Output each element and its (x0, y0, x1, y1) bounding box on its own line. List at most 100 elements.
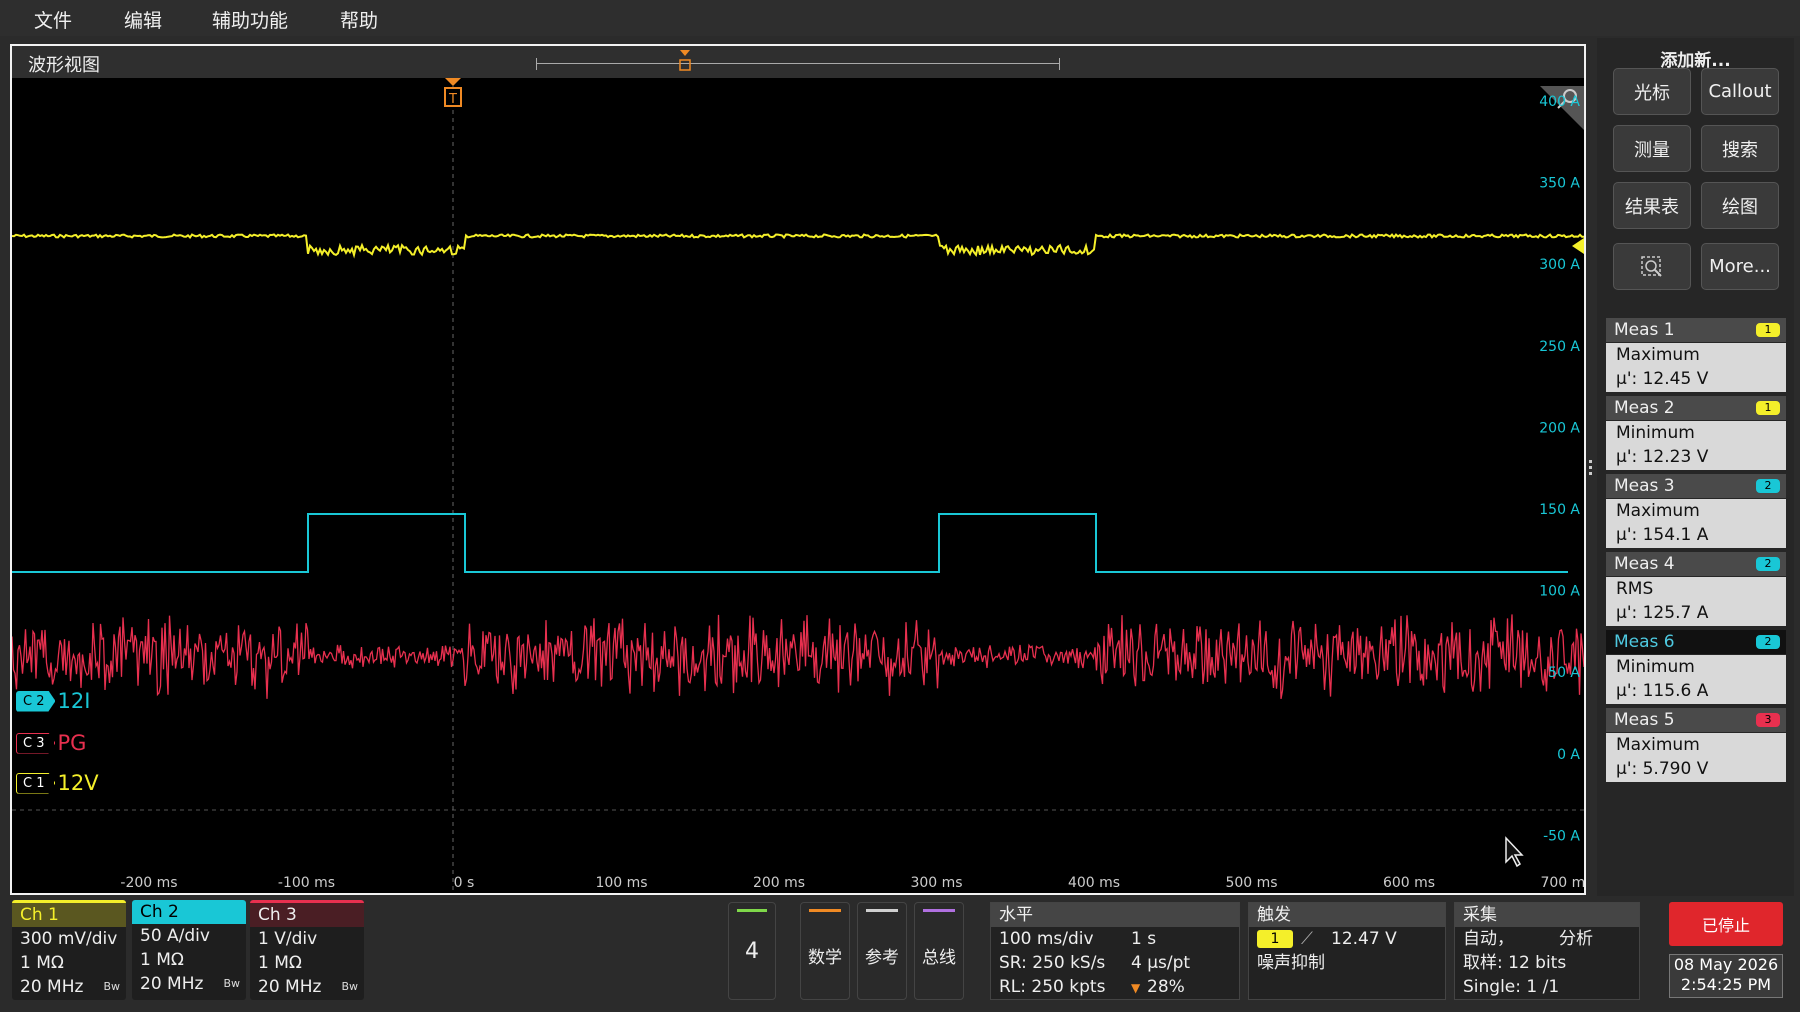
channel-label[interactable]: C 1 12V (16, 770, 99, 796)
x-tick-label: 300 ms (910, 875, 962, 891)
math-button[interactable]: 数学 (800, 902, 850, 1000)
trigger-position: 28% (1147, 977, 1185, 997)
measurement-channel: 3 (1756, 713, 1780, 727)
bottom-bar: Ch 1 300 mV/div 1 MΩ 20 MHz Bw Ch 2 50 A/d… (0, 898, 1800, 1012)
measurement-badge[interactable]: Meas 21 Minimum μ': 12.23 V (1606, 396, 1786, 470)
trigger-title: 触发 (1249, 903, 1445, 927)
more-button[interactable]: More... (1701, 243, 1779, 290)
acquisition-settings[interactable]: 采集 自动， 分析 取样: 12 bits Single: 1 /1 (1454, 902, 1640, 1000)
y-tick-label: 50 A (1548, 665, 1580, 681)
channel-badge[interactable]: Ch 3 1 V/div 1 MΩ 20 MHz Bw (250, 900, 364, 1000)
x-tick-label: 500 ms (1225, 875, 1277, 891)
waveform-view[interactable]: 波形视图 T 400 A 350 A 300 A 250 A 200 A 150… (10, 44, 1586, 895)
measurement-badge[interactable]: Meas 62 Minimum μ': 115.6 A (1606, 630, 1786, 704)
measurement-badge[interactable]: Meas 11 Maximum μ': 12.45 V (1606, 318, 1786, 392)
measurement-name: Meas 53 (1606, 708, 1786, 732)
channel-bandwidth: 20 MHz (258, 977, 322, 997)
plot-area[interactable]: T 400 A 350 A 300 A 250 A 200 A 150 A 100 A 50 … (12, 78, 1584, 893)
channel-badge[interactable]: Ch 1 300 mV/div 1 MΩ 20 MHz Bw (12, 900, 126, 1000)
acquire-mode: 自动， (1463, 929, 1514, 949)
y-tick-label: 400 A (1539, 94, 1580, 110)
waveform-count-button[interactable]: 4 (728, 902, 776, 1000)
measurement-channel: 2 (1756, 557, 1780, 571)
date-text: 08 May 2026 (1673, 955, 1779, 974)
channel-badge[interactable]: Ch 2 50 A/div 1 MΩ 20 MHz Bw (132, 900, 246, 1000)
x-tick-label: 200 ms (753, 875, 805, 891)
callout-button[interactable]: Callout (1701, 68, 1779, 115)
horizontal-duration: 1 s (1131, 929, 1157, 949)
menu-file[interactable]: 文件 (34, 6, 72, 33)
menu-bar: 文件 编辑 辅助功能 帮助 (0, 0, 1800, 36)
rising-edge-icon: ⟋ (1301, 929, 1313, 949)
results-sidebar: 添加新... 光标 Callout 测量 搜索 结果表 绘图 More... M… (1597, 38, 1794, 896)
y-tick-label: 250 A (1539, 339, 1580, 355)
measurement-name: Meas 42 (1606, 552, 1786, 576)
measurement-value: Maximum μ': 154.1 A (1606, 499, 1786, 548)
measurement-value: Minimum μ': 12.23 V (1606, 421, 1786, 470)
channel-scale: 300 mV/div (20, 929, 118, 949)
x-tick-label: 0 s (454, 875, 475, 891)
trigger-marker-label: T (448, 92, 457, 107)
record-overview[interactable] (536, 50, 1060, 71)
ref-button[interactable]: 参考 (857, 902, 907, 1000)
x-tick-label: -100 ms (278, 875, 335, 891)
measurement-name: Meas 21 (1606, 396, 1786, 420)
ch1-level-marker (1572, 238, 1584, 254)
channel-label[interactable]: C 3 PG (16, 730, 86, 756)
x-tick-label: 400 ms (1068, 875, 1120, 891)
channel-scale: 50 A/div (140, 926, 210, 946)
math-color-bar (809, 909, 841, 912)
plot-button[interactable]: 绘图 (1701, 182, 1779, 229)
waveform-title: 波形视图 (28, 55, 100, 76)
y-tick-label: 300 A (1539, 257, 1580, 273)
channel-impedance: 1 MΩ (20, 953, 64, 973)
channel-badge-title: Ch 3 (250, 900, 364, 927)
bus-button[interactable]: 总线 (914, 902, 964, 1000)
x-tick-label: 700 ms (1540, 875, 1584, 891)
run-stop-button[interactable]: 已停止 (1669, 902, 1783, 946)
cursor-button[interactable]: 光标 (1613, 68, 1691, 115)
channel-name: PG (57, 731, 87, 755)
trigger-level: 12.47 V (1331, 929, 1397, 949)
y-tick-label: 200 A (1539, 420, 1580, 436)
measurement-value: Maximum μ': 12.45 V (1606, 343, 1786, 392)
x-tick-label: 600 ms (1383, 875, 1435, 891)
ch1-waveform (12, 232, 1584, 259)
trigger-marker[interactable]: T (444, 78, 462, 107)
ch2-waveform (12, 513, 1568, 573)
channel-label[interactable]: C 2 12I (16, 688, 90, 714)
y-tick-label: 100 A (1539, 584, 1580, 600)
measurement-channel: 2 (1756, 479, 1780, 493)
panel-resize-handle[interactable] (1589, 460, 1593, 480)
x-tick-label: 100 ms (595, 875, 647, 891)
measurement-badge[interactable]: Meas 53 Maximum μ': 5.790 V (1606, 708, 1786, 782)
measurement-channel: 1 (1756, 323, 1780, 337)
measure-button[interactable]: 测量 (1613, 125, 1691, 172)
trigger-position-icon: ▼ (1131, 981, 1141, 995)
horizontal-scale: 100 ms/div (999, 929, 1094, 949)
menu-edit[interactable]: 编辑 (124, 6, 162, 33)
zoom-box-button[interactable] (1613, 243, 1691, 290)
measurement-name: Meas 11 (1606, 318, 1786, 342)
horizontal-settings[interactable]: 水平 100 ms/div 1 s SR: 250 kS/s 4 μs/pt RL:… (990, 902, 1240, 1000)
waveform-header: 波形视图 (12, 46, 1584, 78)
bandwidth-limit-icon: Bw (223, 977, 240, 990)
channel-tag: C 1 (16, 772, 56, 794)
ch3-waveform (12, 614, 1584, 700)
measurement-value: RMS μ': 125.7 A (1606, 577, 1786, 626)
search-button[interactable]: 搜索 (1701, 125, 1779, 172)
acquire-analysis: 分析 (1559, 929, 1593, 949)
menu-help[interactable]: 帮助 (340, 6, 378, 33)
measurement-name: Meas 62 (1606, 630, 1786, 654)
menu-accessibility[interactable]: 辅助功能 (212, 6, 288, 33)
sample-rate: SR: 250 kS/s (999, 953, 1106, 973)
trigger-settings[interactable]: 触发 1 ⟋ 12.47 V 噪声抑制 (1248, 902, 1446, 1000)
measurement-badge[interactable]: Meas 42 RMS μ': 125.7 A (1606, 552, 1786, 626)
results-table-button[interactable]: 结果表 (1613, 182, 1691, 229)
x-tick-label: -200 ms (120, 875, 177, 891)
measurement-name: Meas 32 (1606, 474, 1786, 498)
measurement-badge[interactable]: Meas 32 Maximum μ': 154.1 A (1606, 474, 1786, 548)
grid (12, 78, 1584, 893)
channel-scale: 1 V/div (258, 929, 318, 949)
measurement-value: Minimum μ': 115.6 A (1606, 655, 1786, 704)
